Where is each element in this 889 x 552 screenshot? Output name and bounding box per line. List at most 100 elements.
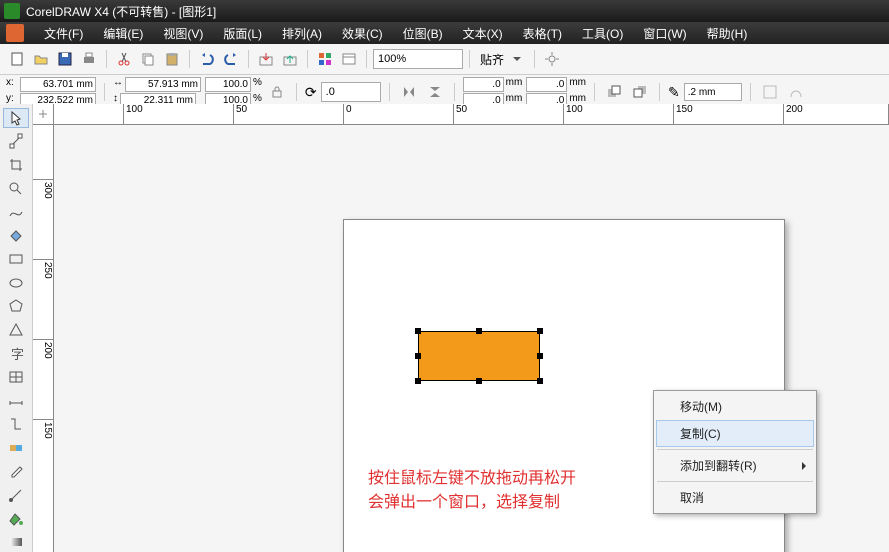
ctx-separator	[657, 449, 813, 450]
polygon-tool[interactable]	[3, 297, 29, 317]
menu-bitmap[interactable]: 位图(B)	[393, 25, 453, 42]
save-button[interactable]	[54, 48, 76, 70]
rotation-icon: ⟳	[305, 84, 317, 101]
canvas[interactable]: 按住鼠标左键不放拖动再松开 会弹出一个窗口，选择复制 移动(M) 复制(C) 添…	[53, 124, 889, 552]
snap-label[interactable]: 贴齐	[480, 51, 504, 68]
menu-table[interactable]: 表格(T)	[513, 25, 572, 42]
app-launcher-button[interactable]	[314, 48, 336, 70]
menu-text[interactable]: 文本(X)	[453, 25, 513, 42]
eyedropper-tool[interactable]	[3, 462, 29, 482]
ellipse-tool[interactable]	[3, 273, 29, 293]
to-front-button[interactable]	[603, 81, 625, 103]
duplicate-offset-group: mm mm	[463, 77, 523, 108]
submenu-arrow-icon	[802, 462, 806, 470]
x-input[interactable]	[20, 77, 96, 92]
import-button[interactable]	[255, 48, 277, 70]
shape-tool[interactable]	[3, 132, 29, 152]
connector-tool[interactable]	[3, 415, 29, 435]
title-bar: CorelDRAW X4 (不可转售) - [图形1]	[0, 0, 889, 22]
text-tool[interactable]: 字	[3, 344, 29, 364]
print-button[interactable]	[78, 48, 100, 70]
dup-x-input[interactable]	[463, 77, 504, 92]
ctx-copy[interactable]: 复制(C)	[656, 420, 814, 447]
standard-toolbar: 贴齐	[0, 44, 889, 75]
handle-ne[interactable]	[537, 328, 543, 334]
new-button[interactable]	[6, 48, 28, 70]
welcome-button[interactable]	[338, 48, 360, 70]
table-tool[interactable]	[3, 367, 29, 387]
size-group: ↔ ↕	[113, 77, 201, 108]
menu-layout[interactable]: 版面(L)	[213, 25, 272, 42]
convert-curves-button[interactable]	[785, 81, 807, 103]
ctx-move[interactable]: 移动(M)	[656, 393, 814, 420]
handle-se[interactable]	[537, 378, 543, 384]
lock-ratio-button[interactable]	[266, 81, 288, 103]
zoom-tool[interactable]	[3, 179, 29, 199]
width-input[interactable]	[125, 77, 201, 92]
ctx-add-to-flip-label: 添加到翻转(R)	[680, 459, 757, 473]
menu-window[interactable]: 窗口(W)	[633, 25, 696, 42]
annotation-line1: 按住鼠标左键不放拖动再松开	[368, 467, 576, 491]
zoom-input[interactable]	[373, 49, 463, 69]
toolbox: 字	[0, 104, 33, 552]
menu-file[interactable]: 文件(F)	[34, 25, 93, 42]
scale-x-input[interactable]	[205, 77, 251, 92]
handle-e[interactable]	[537, 353, 543, 359]
handle-n[interactable]	[476, 328, 482, 334]
rectangle-tool[interactable]	[3, 249, 29, 269]
selected-rectangle[interactable]	[418, 331, 540, 381]
canvas-area: 10050050100150200250 300250200150 按住鼠标左键…	[33, 104, 889, 552]
ctx-cancel[interactable]: 取消	[656, 484, 814, 511]
mirror-v-button[interactable]	[424, 81, 446, 103]
menu-arrange[interactable]: 排列(A)	[272, 25, 332, 42]
snap-dropdown[interactable]	[506, 48, 528, 70]
crop-tool[interactable]	[3, 155, 29, 175]
position-group: x: y:	[6, 77, 96, 108]
x-label: x:	[6, 77, 18, 92]
paste-button[interactable]	[161, 48, 183, 70]
vertical-ruler[interactable]: 300250200150	[33, 124, 54, 552]
outline-width-input[interactable]	[684, 83, 742, 101]
menu-edit[interactable]: 编辑(E)	[93, 25, 153, 42]
handle-w[interactable]	[415, 353, 421, 359]
corner-x-input[interactable]	[526, 77, 567, 92]
interactive-fill-tool[interactable]	[3, 532, 29, 552]
ctx-add-to-flip[interactable]: 添加到翻转(R)	[656, 452, 814, 479]
handle-sw[interactable]	[415, 378, 421, 384]
horizontal-ruler[interactable]: 10050050100150200250	[53, 104, 889, 125]
pick-tool[interactable]	[3, 108, 29, 128]
outline-tool[interactable]	[3, 485, 29, 505]
percent-label: %	[253, 77, 262, 92]
basic-shapes-tool[interactable]	[3, 320, 29, 340]
rotation-input[interactable]	[321, 82, 381, 102]
copy-button[interactable]	[137, 48, 159, 70]
open-button[interactable]	[30, 48, 52, 70]
menu-tools[interactable]: 工具(O)	[572, 25, 633, 42]
mirror-h-button[interactable]	[398, 81, 420, 103]
width-icon: ↔	[113, 77, 123, 92]
annotation-line2: 会弹出一个窗口，选择复制	[368, 491, 576, 515]
corner-group: mm mm	[526, 77, 586, 108]
smart-fill-tool[interactable]	[3, 226, 29, 246]
handle-nw[interactable]	[415, 328, 421, 334]
freehand-tool[interactable]	[3, 202, 29, 222]
export-button[interactable]	[279, 48, 301, 70]
dimension-tool[interactable]	[3, 391, 29, 411]
interactive-tool[interactable]	[3, 438, 29, 458]
svg-text:字: 字	[11, 347, 24, 362]
scale-group: % %	[205, 77, 262, 108]
menu-help[interactable]: 帮助(H)	[697, 25, 758, 42]
app-logo-icon	[4, 3, 20, 19]
handle-s[interactable]	[476, 378, 482, 384]
redo-button[interactable]	[220, 48, 242, 70]
menu-view[interactable]: 视图(V)	[153, 25, 213, 42]
cut-button[interactable]	[113, 48, 135, 70]
undo-button[interactable]	[196, 48, 218, 70]
to-back-button[interactable]	[629, 81, 651, 103]
annotation-text: 按住鼠标左键不放拖动再松开 会弹出一个窗口，选择复制	[368, 467, 576, 515]
wrap-text-button[interactable]	[759, 81, 781, 103]
options-button[interactable]	[541, 48, 563, 70]
fill-tool[interactable]	[3, 509, 29, 529]
menu-effects[interactable]: 效果(C)	[332, 25, 393, 42]
ruler-origin[interactable]	[33, 104, 54, 125]
